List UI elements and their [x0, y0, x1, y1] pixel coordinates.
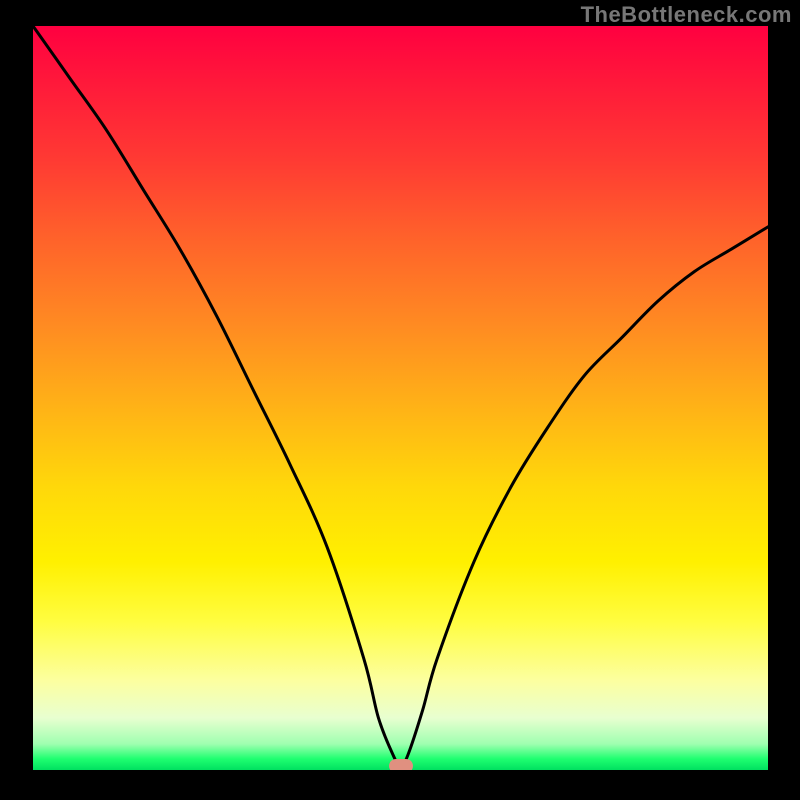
curve-svg	[33, 26, 768, 770]
chart-frame: TheBottleneck.com	[0, 0, 800, 800]
watermark-text: TheBottleneck.com	[581, 2, 792, 28]
bottleneck-curve	[33, 26, 768, 766]
plot-area	[33, 26, 768, 770]
optimum-marker	[389, 759, 413, 770]
